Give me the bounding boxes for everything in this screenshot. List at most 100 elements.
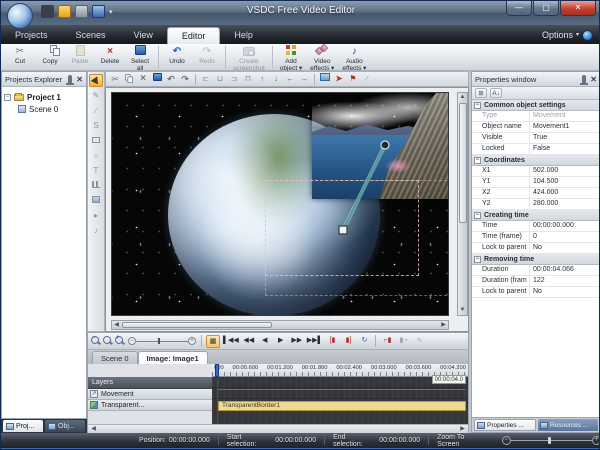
text-tool[interactable]: T	[89, 164, 103, 177]
property-row[interactable]: X2424.000	[472, 188, 600, 199]
align-center-h-icon[interactable]: ⊔	[214, 73, 226, 85]
tab-objects-explorer[interactable]: Obj...	[45, 420, 85, 432]
hscroll-thumb[interactable]	[122, 322, 272, 328]
tree-item-scene[interactable]: Scene 0	[4, 103, 84, 115]
next-keyframe-button[interactable]: ▶▶	[290, 335, 304, 348]
set-selection-end-button[interactable]: ▮]	[341, 335, 355, 348]
timeline-zoom-slider[interactable]: −+	[130, 337, 194, 345]
movement-vector[interactable]	[112, 93, 449, 316]
tab-resources[interactable]: Resources ...	[538, 419, 598, 431]
step-back-button[interactable]: ◀	[258, 335, 272, 348]
copy-button[interactable]: Copy	[35, 44, 65, 71]
vscroll-thumb[interactable]	[459, 103, 467, 223]
go-start-button[interactable]: ▌◀◀	[222, 335, 240, 348]
cut-selection-button[interactable]: ⌐▮	[380, 335, 394, 348]
redo-button[interactable]: ↷ Redo	[192, 44, 222, 71]
pointer-tool[interactable]	[89, 74, 103, 87]
menu-projects[interactable]: Projects	[1, 27, 62, 44]
cut-button[interactable]: ✂ Cut	[5, 44, 35, 71]
group-creating-time[interactable]: −Creating time	[472, 210, 600, 221]
scroll-right-icon[interactable]: ▶	[439, 321, 448, 329]
go-end-button[interactable]: ▶▶▌	[306, 335, 324, 348]
property-row[interactable]: Time00:00:00.000	[472, 221, 600, 232]
property-row[interactable]: Time (frame)0	[472, 232, 600, 243]
group-removing-time[interactable]: −Removing time	[472, 254, 600, 265]
tab-properties[interactable]: Properties ...	[474, 419, 536, 431]
timeline-scrollbar[interactable]: ◀ ▶	[88, 424, 468, 433]
property-row[interactable]: Object nameMovement1	[472, 122, 600, 133]
property-row[interactable]: Duration (fram122	[472, 276, 600, 287]
zoom-to-screen-button[interactable]: Zoom To Screen	[437, 434, 488, 448]
menu-view[interactable]: View	[120, 27, 167, 44]
select-all-button[interactable]: Select all	[125, 44, 155, 71]
group-common-settings[interactable]: −Common object settings	[472, 100, 600, 111]
video-tool[interactable]: ▸	[89, 209, 103, 222]
tab-scene0[interactable]: Scene 0	[92, 351, 138, 364]
select-small-icon[interactable]	[151, 73, 163, 85]
set-selection-start-button[interactable]: [▮	[325, 335, 339, 348]
tab-image1[interactable]: Image: Image1	[138, 351, 208, 364]
property-row[interactable]: Duration00:00:04.066	[472, 265, 600, 276]
loop-button[interactable]: ↻	[357, 335, 371, 348]
tree-item-project[interactable]: − Project 1	[4, 91, 84, 103]
property-row[interactable]: Lock to parentNo	[472, 287, 600, 298]
trim-button[interactable]: ▮¬	[396, 335, 410, 348]
property-row[interactable]: Lock to parentNo	[472, 243, 600, 254]
add-object-button[interactable]: Add object ▾	[276, 44, 306, 71]
chart-tool[interactable]	[89, 179, 103, 192]
scroll-up-icon[interactable]: ▲	[458, 93, 467, 102]
timeline-scroll-left-icon[interactable]: ◀	[89, 425, 98, 433]
delete-button[interactable]: × Delete	[95, 44, 125, 71]
layer-row-transparent[interactable]: Transparent...	[88, 400, 212, 411]
create-screenshot-button[interactable]: Create screenshot	[229, 44, 269, 71]
align-left-icon[interactable]: ⊏	[200, 73, 212, 85]
timeline-ruler[interactable]: 000 00:00.600 00:01.200 00:01.800 00:02.…	[212, 364, 468, 377]
alphabetical-sort-icon[interactable]: A↓	[490, 88, 502, 98]
properties-close-icon[interactable]: ✕	[590, 75, 597, 84]
property-row[interactable]: Y1104.500	[472, 177, 600, 188]
minimize-button[interactable]: —	[506, 1, 532, 16]
redo-small-icon[interactable]: ↷	[179, 73, 191, 85]
pin-icon[interactable]	[68, 75, 72, 83]
tab-projects-explorer[interactable]: Proj...	[3, 420, 43, 432]
prev-keyframe-button[interactable]: ◀◀	[242, 335, 256, 348]
scene-viewport[interactable]	[111, 92, 449, 316]
rectangle-tool[interactable]	[89, 134, 103, 147]
close-button[interactable]: ✕	[560, 1, 596, 16]
line-tool[interactable]: ∕	[89, 104, 103, 117]
property-row[interactable]: Y2280.000	[472, 199, 600, 210]
menu-scenes[interactable]: Scenes	[62, 27, 120, 44]
ellipse-tool[interactable]: ○	[89, 149, 103, 162]
undo-button[interactable]: ↶ Undo	[162, 44, 192, 71]
menu-help[interactable]: Help	[220, 27, 267, 44]
audio-tool[interactable]: ♪	[89, 224, 103, 237]
property-row[interactable]: X1502.000	[472, 166, 600, 177]
transparentborder-track-bar[interactable]: TransparentBorder1	[218, 401, 466, 411]
video-effects-button[interactable]: Video effects ▾	[306, 44, 338, 71]
align-top-icon[interactable]: ⊓	[242, 73, 254, 85]
image-tool[interactable]	[89, 194, 103, 207]
align-right-icon[interactable]: ⊐	[228, 73, 240, 85]
wand-icon[interactable]: ∕	[361, 73, 373, 85]
options-menu[interactable]: Options ▾	[542, 27, 600, 44]
zoom-reset-icon[interactable]	[103, 336, 113, 346]
zoom-in-icon[interactable]: +	[115, 336, 125, 346]
status-zoom-slider[interactable]: −+	[502, 436, 600, 445]
zoom-out-icon[interactable]: −	[91, 336, 101, 346]
maximize-button[interactable]: ▢	[533, 1, 559, 16]
move-right-icon[interactable]: →	[298, 73, 310, 85]
language-globe-icon[interactable]	[582, 30, 593, 41]
undo-small-icon[interactable]: ↶	[165, 73, 177, 85]
flag-icon[interactable]: ⚑	[347, 73, 359, 85]
properties-pin-icon[interactable]	[582, 75, 586, 83]
copy-small-icon[interactable]	[123, 73, 135, 85]
curve-tool[interactable]: S	[89, 119, 103, 132]
delete-small-icon[interactable]: ×	[137, 73, 149, 85]
move-left-icon[interactable]: ←	[284, 73, 296, 85]
canvas-vertical-scrollbar[interactable]: ▲ ▼	[457, 92, 468, 316]
preview-toggle-button[interactable]: ▦	[206, 335, 220, 348]
canvas-horizontal-scrollbar[interactable]: ◀ ▶	[111, 320, 449, 330]
audio-effects-button[interactable]: ♪ Audio effects ▾	[338, 44, 370, 71]
move-down-icon[interactable]: ↓	[270, 73, 282, 85]
cut-small-icon[interactable]: ✂	[109, 73, 121, 85]
